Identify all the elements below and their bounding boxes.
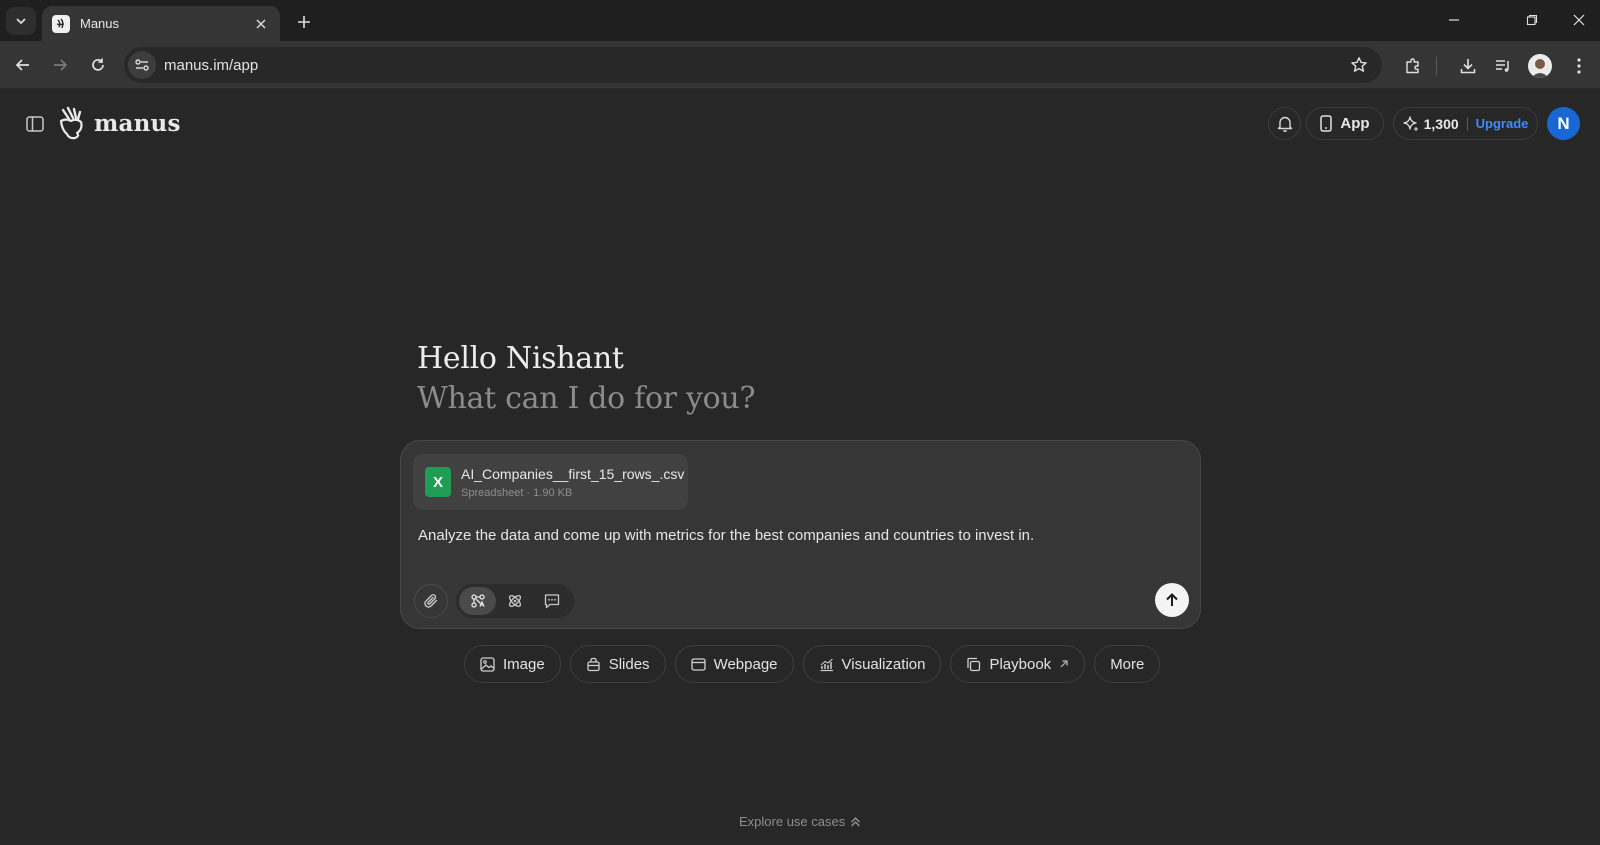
- site-settings-icon[interactable]: [128, 51, 156, 79]
- slides-icon: [587, 657, 600, 671]
- manus-logo[interactable]: manus: [58, 106, 181, 140]
- tab-search-button[interactable]: [6, 7, 36, 35]
- bookmark-star-icon[interactable]: [1346, 52, 1372, 78]
- mode-agent-button[interactable]: [459, 587, 496, 615]
- chip-label: Image: [503, 655, 545, 673]
- window-restore-icon[interactable]: [1519, 8, 1545, 32]
- browser-profile-avatar[interactable]: [1528, 54, 1552, 78]
- prompt-composer[interactable]: X AI_Companies__first_15_rows_.csv Sprea…: [400, 440, 1201, 629]
- logo-wordmark: manus: [94, 109, 181, 137]
- bell-icon: [1277, 116, 1292, 132]
- image-icon: [480, 656, 495, 672]
- address-url-text: manus.im/app: [164, 56, 259, 74]
- manus-hand-logo-icon: [59, 106, 83, 140]
- app-button-label: App: [1340, 115, 1370, 132]
- explore-label: Explore use cases: [739, 814, 846, 829]
- reload-icon[interactable]: [86, 53, 110, 77]
- chart-icon: [820, 658, 833, 671]
- agent-mode-icon: [470, 594, 485, 608]
- chip-playbook[interactable]: Playbook: [950, 645, 1086, 683]
- manus-favicon-icon: [52, 14, 70, 33]
- quick-action-chips: Image Slides Webpage Visualization Playb…: [464, 645, 1169, 683]
- chat-bubble-icon: [544, 594, 559, 609]
- chip-label: More: [1110, 655, 1145, 673]
- credits-upgrade-button[interactable]: 1,300 Upgrade: [1393, 107, 1538, 140]
- attachment-details: AI_Companies__first_15_rows_.csv Spreads…: [461, 466, 684, 499]
- new-tab-plus-icon[interactable]: [292, 10, 316, 34]
- chip-more[interactable]: More: [1094, 645, 1161, 683]
- sidebar-toggle-icon[interactable]: [24, 113, 46, 135]
- window-close-icon[interactable]: [1566, 8, 1592, 32]
- mode-adaptive-button[interactable]: [496, 587, 533, 615]
- window-minimize-icon[interactable]: [1441, 8, 1467, 32]
- chip-visualization[interactable]: Visualization: [802, 645, 942, 683]
- browser-toolbar: manus.im/app: [0, 41, 1600, 89]
- credits-separator: [1466, 116, 1468, 131]
- playbook-icon: [967, 657, 981, 671]
- chip-label: Visualization: [841, 655, 926, 673]
- paperclip-icon: [424, 594, 438, 608]
- notifications-button[interactable]: [1268, 107, 1301, 140]
- sparkle-icon: [1402, 115, 1418, 131]
- attachment-meta: Spreadsheet · 1.90 KB: [461, 486, 573, 499]
- attachment-filename: AI_Companies__first_15_rows_.csv: [461, 465, 685, 482]
- chevron-down-icon: [16, 18, 26, 25]
- browser-menu-kebab-icon[interactable]: [1566, 53, 1592, 79]
- browser-tab-strip: Manus: [0, 0, 1600, 41]
- chip-webpage[interactable]: Webpage: [674, 645, 794, 683]
- tab-close-icon[interactable]: [252, 15, 270, 33]
- file-attachment-card[interactable]: X AI_Companies__first_15_rows_.csv Sprea…: [413, 454, 688, 510]
- mode-selector: [456, 584, 574, 618]
- chip-label: Webpage: [713, 655, 778, 673]
- upgrade-link[interactable]: Upgrade: [1476, 116, 1529, 131]
- app-download-button[interactable]: App: [1306, 107, 1384, 140]
- media-queue-icon[interactable]: [1490, 53, 1516, 79]
- atom-icon: [508, 594, 521, 608]
- greeting-title: Hello Nishant: [417, 341, 624, 376]
- user-avatar[interactable]: N: [1547, 107, 1580, 140]
- external-arrow-icon: [1060, 660, 1068, 668]
- spreadsheet-file-icon: X: [425, 467, 451, 497]
- arrow-up-icon: [1166, 593, 1178, 606]
- browser-tab-active[interactable]: Manus: [42, 6, 280, 41]
- chip-image[interactable]: Image: [464, 645, 561, 683]
- greeting-subtitle: What can I do for you?: [417, 381, 756, 416]
- double-chevron-up-icon: [851, 817, 861, 827]
- attach-file-button[interactable]: [414, 584, 448, 618]
- explore-use-cases-link[interactable]: Explore use cases: [739, 814, 861, 829]
- send-button[interactable]: [1155, 583, 1189, 617]
- credits-count: 1,300: [1423, 115, 1459, 132]
- mobile-phone-icon: [1320, 115, 1333, 132]
- toolbar-separator: [1436, 57, 1437, 75]
- address-bar[interactable]: manus.im/app: [124, 47, 1382, 83]
- tab-title: Manus: [80, 16, 120, 31]
- back-arrow-icon[interactable]: [11, 53, 35, 77]
- extensions-puzzle-icon[interactable]: [1400, 53, 1426, 79]
- webpage-icon: [690, 657, 706, 671]
- chip-slides[interactable]: Slides: [569, 645, 666, 683]
- forward-arrow-icon[interactable]: [48, 53, 72, 77]
- mode-chat-button[interactable]: [533, 587, 570, 615]
- chip-label: Playbook: [989, 655, 1052, 673]
- prompt-input-text[interactable]: Analyze the data and come up with metric…: [418, 527, 1034, 544]
- chip-label: Slides: [608, 655, 650, 673]
- download-icon[interactable]: [1455, 53, 1481, 79]
